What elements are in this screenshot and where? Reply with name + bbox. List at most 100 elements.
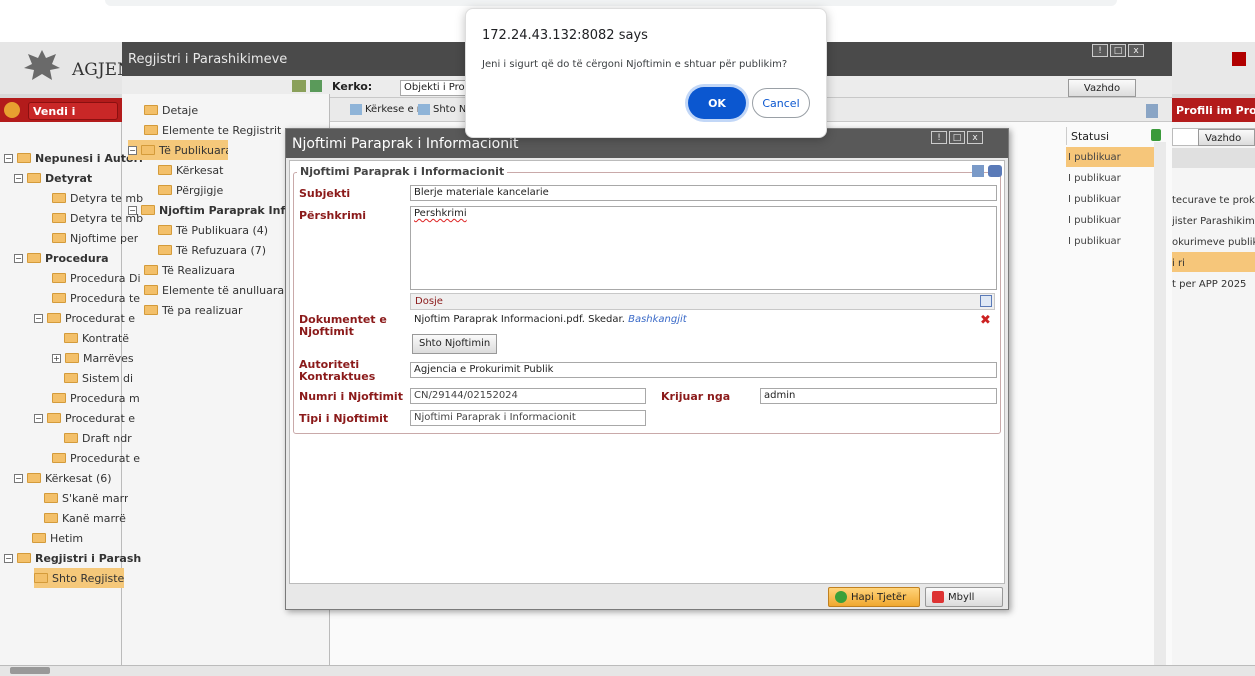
window-title: Regjistri i Parashikimeve — [128, 52, 288, 67]
tree-icon[interactable] — [310, 80, 322, 92]
expand-icon[interactable]: + — [52, 353, 61, 363]
dialog-close-icon[interactable]: x — [967, 131, 983, 144]
status-cell[interactable]: I publikuar — [1068, 189, 1158, 209]
help-icon[interactable]: ! — [1092, 44, 1108, 57]
mid-tree-item[interactable]: Detaje — [144, 100, 198, 120]
mid-tree-item[interactable]: Të Realizuara — [144, 260, 235, 280]
right-list-item[interactable]: okurimeve publike p — [1172, 232, 1255, 252]
attach-link[interactable]: Bashkangjit — [628, 314, 687, 325]
mid-tree-item[interactable]: − Njoftim Paraprak Inform — [128, 200, 310, 220]
refresh-icon[interactable] — [1151, 129, 1161, 141]
vendi-punes-button[interactable]: Vendi i punes — [28, 102, 118, 131]
left-tree-item[interactable]: Draft ndr — [64, 428, 132, 448]
close-icon[interactable]: x — [1128, 44, 1144, 57]
collapse-icon[interactable]: − — [4, 553, 13, 563]
left-tree-item[interactable]: Procedura te — [52, 288, 140, 308]
tree-item-label: Procedura — [45, 251, 109, 265]
new-request-button[interactable]: Kërkese e re — [350, 104, 427, 115]
right-panel-header — [1172, 148, 1255, 168]
left-tree-item[interactable]: Procedurat e — [52, 448, 140, 468]
collapse-icon[interactable]: − — [128, 205, 137, 215]
mid-tree-item[interactable]: Elemente të anulluara — [144, 280, 284, 300]
print-icon[interactable] — [972, 165, 984, 177]
mid-tree-item[interactable]: Të pa realizuar — [144, 300, 243, 320]
collapse-icon[interactable]: − — [34, 313, 43, 323]
left-tree-item[interactable]: − Procedurat e — [34, 408, 135, 428]
vazhdo-button[interactable]: Vazhdo — [1068, 79, 1136, 97]
profile-menu[interactable]: Profili im Probleme — [1176, 104, 1255, 117]
alert-origin: 172.24.43.132:8082 says — [482, 28, 648, 43]
left-tree-item[interactable]: Procedura Di — [52, 268, 141, 288]
left-tree-item[interactable]: + Marrëves — [52, 348, 134, 368]
tree-item-label: Marrëves — [83, 351, 134, 365]
collapse-icon[interactable]: − — [14, 173, 23, 183]
mid-tree-item[interactable]: Kërkesat — [158, 160, 224, 180]
close-button[interactable]: Mbyll — [925, 587, 1003, 607]
status-cell[interactable]: I publikuar — [1068, 147, 1158, 167]
subjekti-input[interactable]: Blerje materiale kancelarie — [410, 185, 997, 201]
left-tree-item[interactable]: Hetim — [32, 528, 83, 548]
left-tree-item[interactable]: Procedura m — [52, 388, 140, 408]
left-tree-item[interactable]: Kontratë — [64, 328, 129, 348]
delete-icon[interactable]: ✖ — [980, 313, 991, 328]
right-list-item[interactable]: jister Parashikimi 2 — [1172, 211, 1255, 231]
folder-icon — [64, 373, 78, 383]
mid-tree-item[interactable]: Të Refuzuara (7) — [158, 240, 266, 260]
numri-input[interactable]: CN/29144/02152024 — [410, 388, 646, 404]
left-tree-item[interactable]: − Regjistri i Parash — [4, 548, 141, 568]
add-notice-button[interactable]: Shto Nj — [418, 104, 469, 115]
export-icon[interactable] — [1146, 104, 1158, 118]
header-right — [1172, 42, 1255, 94]
user-icon[interactable] — [1232, 52, 1246, 66]
left-tree-item[interactable]: Kanë marrë — [44, 508, 126, 528]
status-cell[interactable]: I publikuar — [1068, 210, 1158, 230]
mid-tree-item[interactable]: − Të Publikuara — [128, 140, 228, 160]
mid-tree-item[interactable]: Elemente te Regjistrit — [144, 120, 281, 140]
right-list-item[interactable]: i ri — [1172, 253, 1255, 273]
gear-icon[interactable] — [4, 102, 20, 118]
left-tree-item[interactable]: Shto Regjister P — [34, 568, 124, 588]
left-tree-item[interactable]: − Kërkesat (6) — [14, 468, 112, 488]
left-tree-item[interactable]: − Procedurat e — [34, 308, 135, 328]
left-tree-item[interactable]: − Nepunesi i Autori — [4, 148, 143, 168]
next-step-button[interactable]: Hapi Tjetër — [828, 587, 920, 607]
dokumentet-label: Dokumentet e Njoftimit — [299, 313, 387, 338]
mid-tree-item[interactable]: Të Publikuara (4) — [158, 220, 268, 240]
edit-icon[interactable] — [980, 295, 992, 307]
pershkrimi-textarea[interactable]: Pershkrimi — [410, 206, 997, 290]
folder-icon — [27, 253, 41, 263]
vertical-scrollbar[interactable] — [1154, 142, 1166, 667]
left-tree-item[interactable]: Sistem di — [64, 368, 133, 388]
search-input[interactable]: Objekti i Pro — [400, 80, 468, 96]
tipi-input[interactable]: Njoftimi Paraprak i Informacionit — [410, 410, 646, 426]
alert-ok-button[interactable]: OK — [688, 87, 746, 119]
users-icon[interactable] — [292, 80, 306, 92]
dialog-help-icon[interactable]: ! — [931, 131, 947, 144]
tools-icon[interactable] — [988, 165, 1002, 177]
status-cell[interactable]: I publikuar — [1068, 231, 1158, 251]
left-tree-item[interactable]: − Detyrat — [14, 168, 92, 188]
right-vazhdo-button[interactable]: Vazhdo — [1198, 129, 1255, 146]
left-tree-item[interactable]: S'kanë marr — [44, 488, 128, 508]
right-list-item[interactable]: tecurave te prokuri — [1172, 190, 1255, 210]
status-cell[interactable]: I publikuar — [1068, 168, 1158, 188]
autoriteti-input[interactable]: Agjencia e Prokurimit Publik — [410, 362, 997, 378]
collapse-icon[interactable]: − — [128, 145, 137, 155]
dialog-maximize-icon[interactable]: □ — [949, 131, 965, 144]
scrollbar-thumb[interactable] — [10, 667, 50, 674]
left-tree-item[interactable]: Njoftime per — [52, 228, 138, 248]
shto-njoftimin-button[interactable]: Shto Njoftimin — [412, 334, 498, 354]
horizontal-scrollbar[interactable] — [0, 665, 1255, 676]
collapse-icon[interactable]: − — [14, 473, 23, 483]
collapse-icon[interactable]: − — [4, 153, 13, 163]
collapse-icon[interactable]: − — [14, 253, 23, 263]
alert-cancel-button[interactable]: Cancel — [752, 88, 810, 118]
left-tree-item[interactable]: − Procedura — [14, 248, 109, 268]
collapse-icon[interactable]: − — [34, 413, 43, 423]
numri-label: Numri i Njoftimit — [299, 390, 403, 403]
maximize-icon[interactable]: □ — [1110, 44, 1126, 57]
mid-tree-item[interactable]: Përgjigje — [158, 180, 223, 200]
status-column-header[interactable]: Statusi — [1066, 127, 1161, 145]
right-list-item[interactable]: t per APP 2025 — [1172, 274, 1255, 294]
krijuar-input[interactable]: admin — [760, 388, 997, 404]
